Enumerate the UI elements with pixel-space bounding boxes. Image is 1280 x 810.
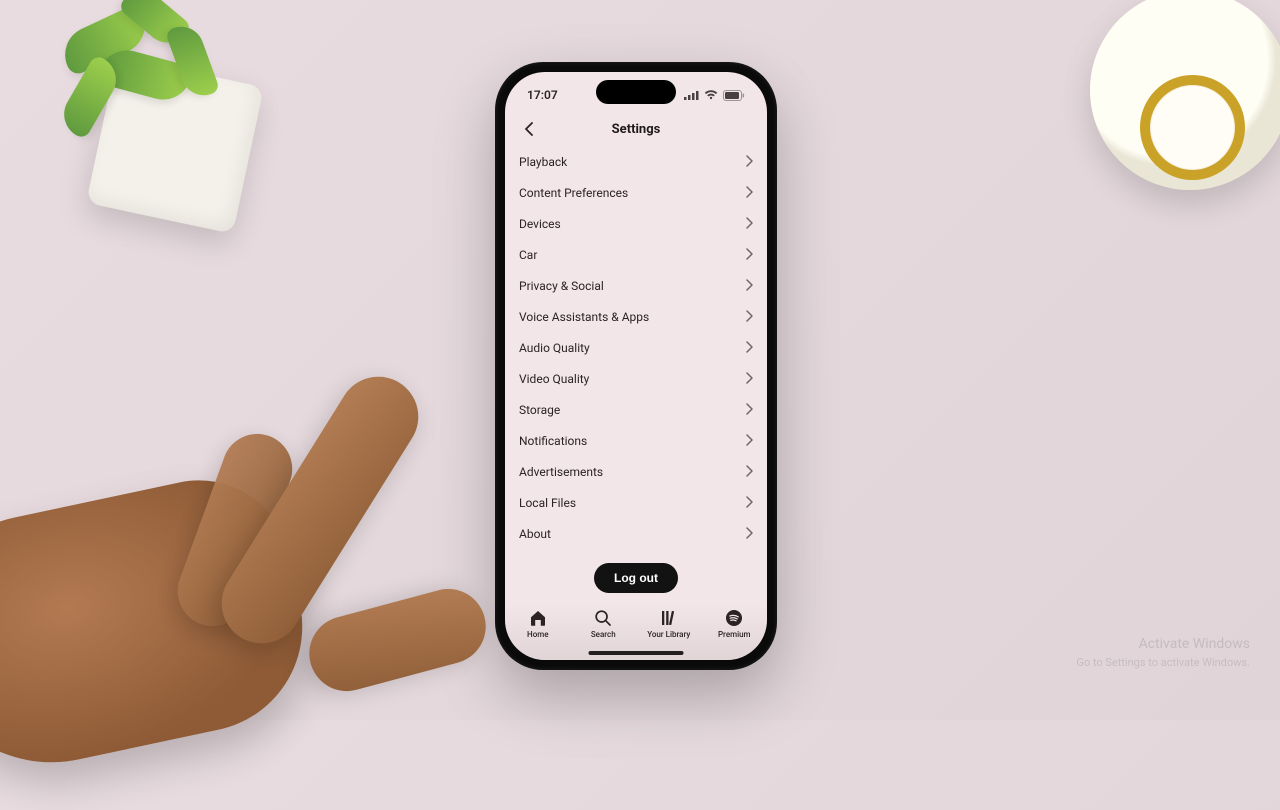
settings-row-audio-quality[interactable]: Audio Quality	[519, 332, 753, 363]
chevron-right-icon	[745, 245, 753, 264]
row-label: About	[519, 527, 551, 541]
library-icon	[660, 608, 678, 628]
settings-row-privacy-social[interactable]: Privacy & Social	[519, 270, 753, 301]
settings-row-about[interactable]: About	[519, 518, 753, 549]
tab-label: Search	[591, 630, 616, 639]
chevron-right-icon	[745, 493, 753, 512]
tab-premium[interactable]: Premium	[702, 608, 768, 639]
watermark-title: Activate Windows	[1076, 635, 1250, 655]
settings-row-voice-assistants[interactable]: Voice Assistants & Apps	[519, 301, 753, 332]
chevron-right-icon	[745, 462, 753, 481]
row-label: Notifications	[519, 434, 587, 448]
row-label: Storage	[519, 403, 560, 417]
search-icon	[594, 608, 612, 628]
settings-list: Playback Content Preferences Devices Car…	[505, 146, 767, 604]
watermark-sub: Go to Settings to activate Windows.	[1076, 655, 1250, 670]
phone-screen: 17:07 Settings Playback	[505, 72, 767, 660]
settings-row-storage[interactable]: Storage	[519, 394, 753, 425]
row-label: Advertisements	[519, 465, 603, 479]
plant-decor	[0, 0, 290, 220]
chevron-right-icon	[745, 338, 753, 357]
row-label: Devices	[519, 217, 561, 231]
row-label: Video Quality	[519, 372, 589, 386]
cellular-signal-icon	[684, 90, 699, 100]
row-label: Privacy & Social	[519, 279, 604, 293]
chevron-right-icon	[745, 369, 753, 388]
chevron-left-icon	[524, 122, 534, 136]
chevron-right-icon	[745, 214, 753, 233]
tab-label: Your Library	[647, 630, 690, 639]
chevron-right-icon	[745, 276, 753, 295]
clock-decor	[1090, 0, 1280, 190]
battery-icon	[723, 90, 745, 101]
chevron-right-icon	[745, 431, 753, 450]
status-time: 17:07	[527, 88, 558, 102]
chevron-right-icon	[745, 152, 753, 171]
spotify-icon	[725, 608, 743, 628]
wifi-icon	[704, 90, 718, 100]
chevron-right-icon	[745, 183, 753, 202]
settings-row-notifications[interactable]: Notifications	[519, 425, 753, 456]
status-indicators	[684, 90, 745, 101]
windows-activation-watermark: Activate Windows Go to Settings to activ…	[1076, 635, 1250, 670]
tab-library[interactable]: Your Library	[636, 608, 702, 639]
logout-button[interactable]: Log out	[594, 563, 678, 593]
row-label: Content Preferences	[519, 186, 628, 200]
home-indicator	[589, 651, 684, 655]
row-label: Audio Quality	[519, 341, 590, 355]
home-icon	[529, 608, 547, 628]
settings-row-playback[interactable]: Playback	[519, 146, 753, 177]
settings-row-content-preferences[interactable]: Content Preferences	[519, 177, 753, 208]
settings-row-local-files[interactable]: Local Files	[519, 487, 753, 518]
chevron-right-icon	[745, 400, 753, 419]
settings-row-car[interactable]: Car	[519, 239, 753, 270]
tab-label: Home	[527, 630, 548, 639]
tab-label: Premium	[718, 630, 751, 639]
chevron-right-icon	[745, 307, 753, 326]
row-label: Car	[519, 248, 537, 262]
logout-container: Log out	[519, 549, 753, 599]
phone-frame: 17:07 Settings Playback	[495, 62, 777, 670]
nav-header: Settings	[505, 112, 767, 146]
chevron-right-icon	[745, 524, 753, 543]
settings-row-advertisements[interactable]: Advertisements	[519, 456, 753, 487]
tab-search[interactable]: Search	[571, 608, 637, 639]
tab-home[interactable]: Home	[505, 608, 571, 639]
dynamic-island	[596, 80, 676, 104]
back-button[interactable]	[515, 115, 543, 143]
row-label: Playback	[519, 155, 567, 169]
row-label: Voice Assistants & Apps	[519, 310, 649, 324]
row-label: Local Files	[519, 496, 576, 510]
settings-row-devices[interactable]: Devices	[519, 208, 753, 239]
page-title: Settings	[612, 122, 661, 137]
settings-row-video-quality[interactable]: Video Quality	[519, 363, 753, 394]
